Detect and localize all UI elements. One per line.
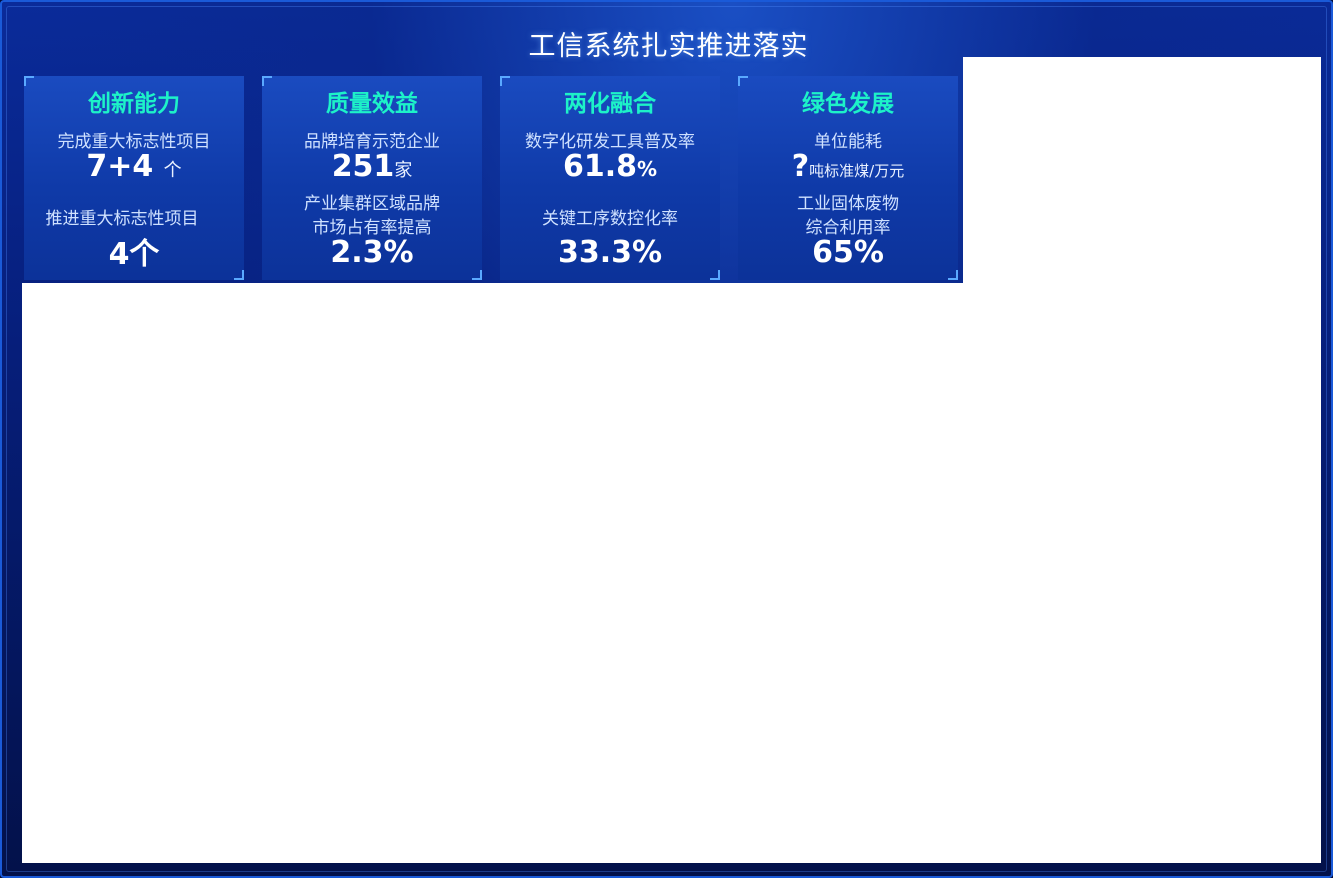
metric-value: 65% (812, 235, 884, 270)
metric-value: 251家 (262, 150, 482, 188)
metric-unit: 个 (163, 160, 182, 181)
card-title: 两化融合 (564, 91, 656, 117)
card-integration: 两化融合 数字化研发工具普及率 61.8% 关键工序数控化率 33.3% (500, 76, 720, 280)
metric-label: 推进重大标志性项目 (45, 209, 199, 229)
metric-unit: % (636, 157, 658, 181)
metric-unit: 家 (394, 160, 413, 181)
card-innovation: 创新能力 完成重大标志性项目 7+4 个 推进重大标志性项目 4个 (24, 76, 244, 280)
metric-value: 7+4 个 (24, 150, 244, 188)
corner-decoration (710, 270, 720, 280)
metric-number: 61.8 (562, 149, 637, 184)
metric-value: ?吨标准煤/万元 (738, 150, 958, 188)
card-green: 绿色发展 单位能耗 ?吨标准煤/万元 工业固体废物 综合利用率 65% (738, 76, 958, 280)
metric-value: 4个 (108, 237, 160, 272)
card-title: 质量效益 (326, 91, 418, 117)
metric-number: 251 (331, 149, 395, 184)
card-title: 绿色发展 (802, 91, 894, 117)
metric-value: 33.3% (557, 235, 663, 270)
metric-label: 工业固体废物 (797, 194, 899, 214)
metric-unit: 吨标准煤/万元 (809, 162, 905, 180)
metric-number: ? (791, 149, 810, 184)
metric-label: 关键工序数控化率 (542, 209, 678, 229)
metric-value: 61.8% (500, 150, 720, 186)
card-quality: 质量效益 品牌培育示范企业 251家 产业集群区域品牌 市场占有率提高 2.3% (262, 76, 482, 280)
corner-decoration (472, 270, 482, 280)
card-title: 创新能力 (88, 91, 180, 117)
metric-number: 7+4 (86, 149, 154, 184)
dashboard-frame: 工信系统扎实推进落实 创新能力 完成重大标志性项目 7+4 个 推进重大标志性项… (0, 0, 1333, 878)
corner-decoration (948, 270, 958, 280)
metric-label: 产业集群区域品牌 (304, 194, 440, 214)
blank-panel-bottom (22, 283, 1321, 863)
metric-value: 2.3% (330, 235, 414, 270)
